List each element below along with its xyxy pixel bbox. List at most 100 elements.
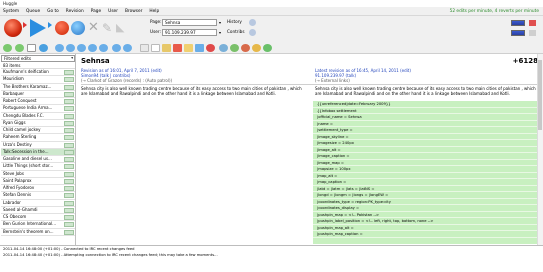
list-item-label: Saint Palaprox <box>3 177 32 183</box>
list-item-label: Stefan Dennis <box>3 192 32 198</box>
refresh-icon[interactable] <box>123 44 132 52</box>
list-item[interactable]: Urza's Destiny <box>1 142 75 149</box>
list-item[interactable]: Robert Conquest <box>1 98 75 106</box>
list-item[interactable]: Gasoline and diesel us... <box>1 156 75 164</box>
edit-type-icon <box>64 113 74 119</box>
page-icon[interactable] <box>140 44 149 52</box>
menu-goto[interactable]: Go to <box>44 7 62 16</box>
list-item[interactable]: Mouridism <box>1 76 75 84</box>
menu-page[interactable]: Page <box>88 7 104 16</box>
report-icon[interactable]: ✕ <box>88 21 100 35</box>
list-item-label: Kaufmann's deification <box>3 69 49 74</box>
tag-page-icon[interactable] <box>173 44 182 52</box>
protect-icon[interactable] <box>195 44 204 52</box>
scrollbar-thumb[interactable] <box>538 60 542 130</box>
edit-type-icon <box>64 149 74 155</box>
list-item[interactable]: Steve Jobs <box>1 171 75 178</box>
list-item[interactable]: Ben Gurion International... <box>1 221 75 229</box>
list-item[interactable]: Labrador <box>1 200 75 207</box>
edit-type-icon <box>64 207 74 213</box>
list-item-label: Urza's Destiny <box>3 141 32 147</box>
view-page-icon[interactable] <box>151 44 160 52</box>
contribs-label[interactable]: Contribs <box>227 28 245 36</box>
list-item[interactable]: Alfred Fyodorov <box>1 185 75 193</box>
list-item-label: Chengdu Blades F.C. <box>3 112 44 118</box>
list-item[interactable]: Stefan Dennis <box>1 192 75 200</box>
list-item[interactable]: Bernstein's theorem on... <box>1 229 75 236</box>
menu-revision[interactable]: Revision <box>63 7 87 16</box>
list-item[interactable]: Little Things (short stor... <box>1 163 75 171</box>
edit-type-icon <box>64 142 74 148</box>
warn-icon[interactable] <box>71 21 85 35</box>
contribs-nav-icon[interactable] <box>249 29 256 36</box>
list-item-label: CS Obecom <box>3 214 27 219</box>
prev-revision-icon[interactable] <box>55 44 64 52</box>
tag-icon[interactable]: ◣ <box>116 21 128 35</box>
edit-type-icon <box>64 77 74 83</box>
list-item-label: Saeed al-Ghamdi <box>3 206 38 212</box>
delete-icon[interactable]: ✎ <box>102 21 114 35</box>
list-item[interactable]: Ryan Giggs <box>1 120 75 127</box>
user-label: User: <box>150 29 161 34</box>
next-dropdown-icon[interactable] <box>48 22 52 28</box>
add-icon[interactable] <box>39 44 48 52</box>
block-user-icon[interactable] <box>241 44 250 52</box>
history-strip-icon[interactable] <box>511 20 525 26</box>
whitelist-icon[interactable] <box>263 44 272 52</box>
next-user-revision-icon[interactable] <box>77 44 86 52</box>
list-item[interactable]: Portuguese India Arma... <box>1 105 75 113</box>
edit-type-icon <box>64 128 74 133</box>
edit-type-icon <box>64 178 74 184</box>
user-talk-icon[interactable] <box>230 44 239 52</box>
list-item-selected[interactable]: Talk:Secession in the... <box>1 148 75 156</box>
contribs-strip-icon[interactable] <box>511 30 525 36</box>
list-item-label: Alfred Fyodorov <box>3 185 35 190</box>
page-dropdown-icon[interactable]: ▾ <box>219 19 225 26</box>
menu-queue[interactable]: Queue <box>23 7 43 16</box>
menu-system[interactable]: System <box>0 7 22 16</box>
list-item[interactable]: Kaufmann's deification <box>1 69 75 77</box>
latest-revision-icon[interactable] <box>99 44 108 52</box>
list-item[interactable]: CS Obecom <box>1 214 75 222</box>
list-item[interactable]: The Brothers Karamaz... <box>1 84 75 91</box>
next-edit-icon[interactable] <box>30 19 46 37</box>
revert-icon[interactable] <box>55 21 69 35</box>
next-revision-icon[interactable] <box>88 44 97 52</box>
edit-type-icon <box>64 106 74 112</box>
list-item[interactable]: Barbaquer <box>1 91 75 98</box>
history-nav-icon[interactable] <box>249 19 256 26</box>
queue-selector[interactable]: Filtered edits ▾ <box>1 55 75 62</box>
new-revision-header: Latest revision as of 16:45, April 14, 2… <box>315 68 535 83</box>
revert-warn-icon[interactable] <box>4 19 22 37</box>
edit-type-icon <box>64 193 74 199</box>
diff-view-icon[interactable] <box>27 44 36 52</box>
revert-dropdown-icon[interactable] <box>23 22 27 28</box>
page-input[interactable]: Sehnsa <box>162 19 217 26</box>
history-label[interactable]: History <box>227 18 242 26</box>
list-item[interactable]: Saint Palaprox <box>1 178 75 185</box>
list-item[interactable]: Chengdu Blades F.C. <box>1 113 75 120</box>
history-marker-icon <box>529 20 536 26</box>
edit-rate-status: 52 edits per minute, 4 reverts per minut… <box>449 9 539 14</box>
user-dropdown-icon[interactable]: ▾ <box>219 29 225 36</box>
list-item[interactable]: Child camel jockey <box>1 127 75 135</box>
edit-type-icon <box>64 120 74 126</box>
huggle-window: Huggle System Queue Go to Revision Page User B… <box>0 0 543 272</box>
back-icon[interactable] <box>3 44 12 52</box>
list-item[interactable]: Saeed al-Ghamdi <box>1 207 75 214</box>
menu-help[interactable]: Help <box>146 7 162 16</box>
edit-page-icon[interactable] <box>162 44 171 52</box>
menu-browser[interactable]: Browser <box>122 7 145 16</box>
prev-user-revision-icon[interactable] <box>66 44 75 52</box>
message-user-icon[interactable] <box>252 44 261 52</box>
speedy-delete-icon[interactable] <box>206 44 215 52</box>
menu-user[interactable]: User <box>105 7 121 16</box>
list-item[interactable]: Raheem Sterling <box>1 134 75 142</box>
page-title[interactable]: Sehnsa <box>81 57 110 66</box>
user-info-icon[interactable] <box>219 44 228 52</box>
watch-icon[interactable] <box>184 44 193 52</box>
my-revision-icon[interactable] <box>112 44 121 52</box>
edit-type-icon <box>64 84 74 90</box>
forward-icon[interactable] <box>15 44 24 52</box>
user-input[interactable]: 91.109.239.97 <box>162 29 217 36</box>
